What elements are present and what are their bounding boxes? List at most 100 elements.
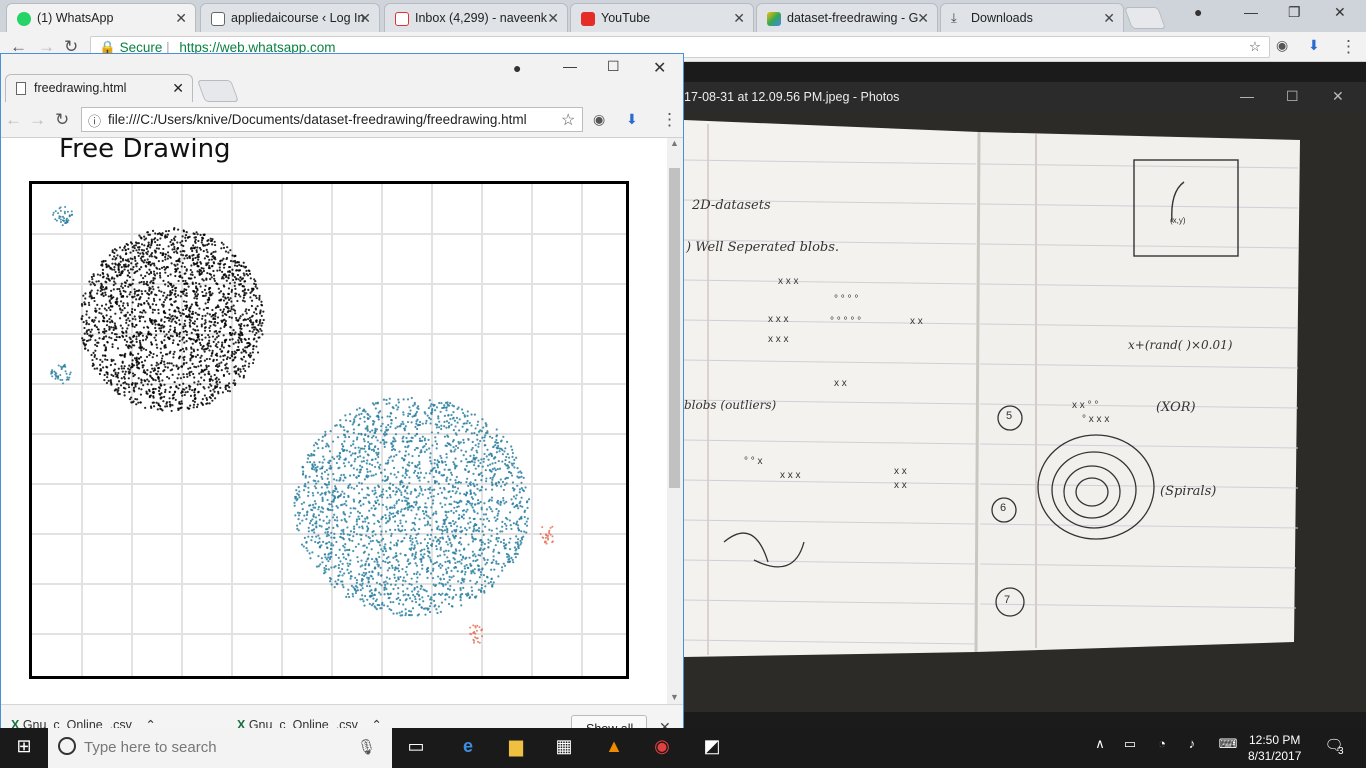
- svg-text:° ° ° ° °: ° ° ° ° °: [830, 316, 861, 327]
- tab-label: Inbox (4,299) - naveenk: [415, 11, 548, 25]
- note-xor: (XOR): [1156, 400, 1196, 415]
- vlc-icon[interactable]: ▲: [602, 736, 626, 760]
- drawing-canvas[interactable]: [29, 181, 629, 679]
- info-icon: ⓘ: [88, 114, 102, 129]
- close-icon[interactable]: ✕: [359, 10, 371, 27]
- svg-text:° ° ° °: ° ° ° °: [834, 294, 858, 305]
- close-window-icon[interactable]: ✕: [1332, 88, 1344, 105]
- note-box-label: (x,y): [1170, 216, 1186, 225]
- close-icon[interactable]: ✕: [172, 80, 184, 97]
- close-window-icon[interactable]: ✕: [1334, 4, 1346, 21]
- extension-download-icon[interactable]: ⬇: [626, 111, 638, 128]
- svg-text:° x x x: ° x x x: [1082, 414, 1109, 425]
- note-spirals: (Spirals): [1160, 484, 1217, 499]
- svg-text:x x: x x: [894, 480, 907, 491]
- close-icon[interactable]: ✕: [1103, 10, 1115, 27]
- search-box[interactable]: Type here to search 🎙: [48, 728, 392, 768]
- url-text: file:///C:/Users/knive/Documents/dataset…: [108, 112, 527, 127]
- photos-app-icon[interactable]: ◩: [700, 736, 724, 760]
- photos-title: 17-08-31 at 12.09.56 PM.jpeg - Photos: [684, 90, 900, 104]
- minimize-icon[interactable]: —: [563, 58, 577, 74]
- star-icon[interactable]: ☆: [1249, 39, 1261, 55]
- svg-text:x x x: x x x: [768, 314, 789, 325]
- download-icon: ⤓: [951, 10, 957, 25]
- profile-icon[interactable]: ●: [513, 60, 521, 76]
- close-icon[interactable]: ✕: [733, 10, 745, 27]
- clock-time: 12:50 PM: [1249, 733, 1301, 747]
- note-heading: 2D-datasets: [692, 198, 771, 213]
- chevron-up-icon[interactable]: ∧: [1088, 736, 1112, 760]
- tab-youtube[interactable]: YouTube ✕: [570, 3, 754, 32]
- file-explorer-icon[interactable]: ▆: [504, 736, 528, 760]
- close-icon[interactable]: ✕: [917, 10, 929, 27]
- chrome-icon[interactable]: ◉: [650, 736, 674, 760]
- address-bar[interactable]: ⓘ file:///C:/Users/knive/Documents/datas…: [81, 107, 583, 132]
- youtube-icon: [581, 12, 595, 26]
- restore-icon[interactable]: ☐: [1286, 88, 1299, 105]
- maximize-icon[interactable]: ☐: [607, 58, 620, 75]
- clock-date: 8/31/2017: [1248, 749, 1302, 763]
- svg-text:x x x: x x x: [780, 470, 801, 481]
- note-number-6: 6: [1000, 502, 1007, 514]
- salmon-outlier-cluster: [539, 525, 554, 545]
- reload-icon[interactable]: ↻: [55, 110, 69, 130]
- tab-label: YouTube: [601, 11, 651, 25]
- note-outliers: blobs (outliers): [684, 398, 777, 412]
- scroll-up-icon[interactable]: ▲: [670, 138, 679, 148]
- task-view-icon[interactable]: ▭: [404, 736, 428, 760]
- drive-icon: [767, 12, 781, 26]
- front-browser-window: freedrawing.html ✕ ● — ☐ ✕ ← → ↻ ⓘ file:…: [0, 53, 684, 740]
- search-placeholder: Type here to search: [84, 739, 217, 756]
- close-window-icon[interactable]: ✕: [653, 58, 666, 78]
- menu-icon[interactable]: ⋮: [1340, 37, 1357, 57]
- svg-text:x x ° °: x x ° °: [1072, 400, 1098, 411]
- teal-outlier-cluster: [50, 363, 72, 385]
- keyboard-icon[interactable]: ⌨: [1216, 736, 1240, 760]
- vertical-scrollbar[interactable]: ▲ ▼: [667, 138, 683, 704]
- extension-icon[interactable]: ◉: [593, 111, 605, 128]
- wifi-icon[interactable]: ◔: [1150, 736, 1174, 760]
- whatsapp-icon: [17, 12, 31, 26]
- svg-text:° ° x: ° ° x: [744, 456, 763, 467]
- restore-icon[interactable]: ❐: [1288, 4, 1301, 21]
- teal-outlier-cluster: [52, 205, 74, 227]
- new-tab-button[interactable]: [196, 80, 240, 102]
- forward-arrow-icon[interactable]: →: [29, 110, 46, 130]
- scroll-thumb[interactable]: [669, 168, 680, 488]
- extension-icon[interactable]: ◉: [1276, 37, 1288, 54]
- close-icon[interactable]: ✕: [547, 10, 559, 27]
- note-number-7: 7: [1004, 594, 1011, 606]
- extension-download-icon[interactable]: ⬇: [1308, 37, 1320, 54]
- tab-drive[interactable]: dataset-freedrawing - G ✕: [756, 3, 938, 32]
- svg-text:x x: x x: [834, 378, 847, 389]
- tab-label: freedrawing.html: [34, 81, 127, 95]
- tab-downloads[interactable]: ⤓ Downloads ✕: [940, 3, 1124, 32]
- windows-start-icon[interactable]: ⊞: [12, 736, 36, 760]
- tab-gmail[interactable]: Inbox (4,299) - naveenk ✕: [384, 3, 568, 32]
- tab-label: dataset-freedrawing - G: [787, 11, 919, 25]
- tab-appliedaicourse[interactable]: appliedaicourse ‹ Log In ✕: [200, 3, 380, 32]
- close-icon[interactable]: ✕: [175, 10, 187, 27]
- volume-icon[interactable]: ♪: [1180, 736, 1204, 760]
- tab-whatsapp[interactable]: (1) WhatsApp ✕: [6, 3, 196, 32]
- svg-text:x x: x x: [894, 466, 907, 477]
- microphone-icon[interactable]: 🎙: [357, 738, 376, 756]
- clock[interactable]: 12:50 PM 8/31/2017: [1248, 732, 1301, 764]
- star-icon[interactable]: ☆: [561, 110, 575, 130]
- scroll-down-icon[interactable]: ▼: [670, 692, 679, 702]
- notification-count: 3: [1338, 746, 1344, 757]
- edge-icon[interactable]: e: [456, 736, 480, 760]
- tab-freedrawing[interactable]: freedrawing.html ✕: [5, 74, 193, 102]
- back-arrow-icon[interactable]: ←: [5, 110, 22, 130]
- profile-icon[interactable]: ●: [1194, 4, 1202, 20]
- minimize-icon[interactable]: —: [1244, 4, 1258, 20]
- cortana-icon: [58, 737, 76, 755]
- note-formula: x+(rand( )×0.01): [1128, 338, 1233, 352]
- new-tab-button[interactable]: [1123, 7, 1167, 29]
- minimize-icon[interactable]: —: [1240, 88, 1254, 104]
- page-content: Free Drawing: [1, 138, 667, 704]
- menu-icon[interactable]: ⋮: [661, 110, 678, 130]
- svg-text:x x x: x x x: [778, 276, 799, 287]
- battery-icon[interactable]: ▭: [1118, 736, 1142, 760]
- store-icon[interactable]: ▦: [552, 736, 576, 760]
